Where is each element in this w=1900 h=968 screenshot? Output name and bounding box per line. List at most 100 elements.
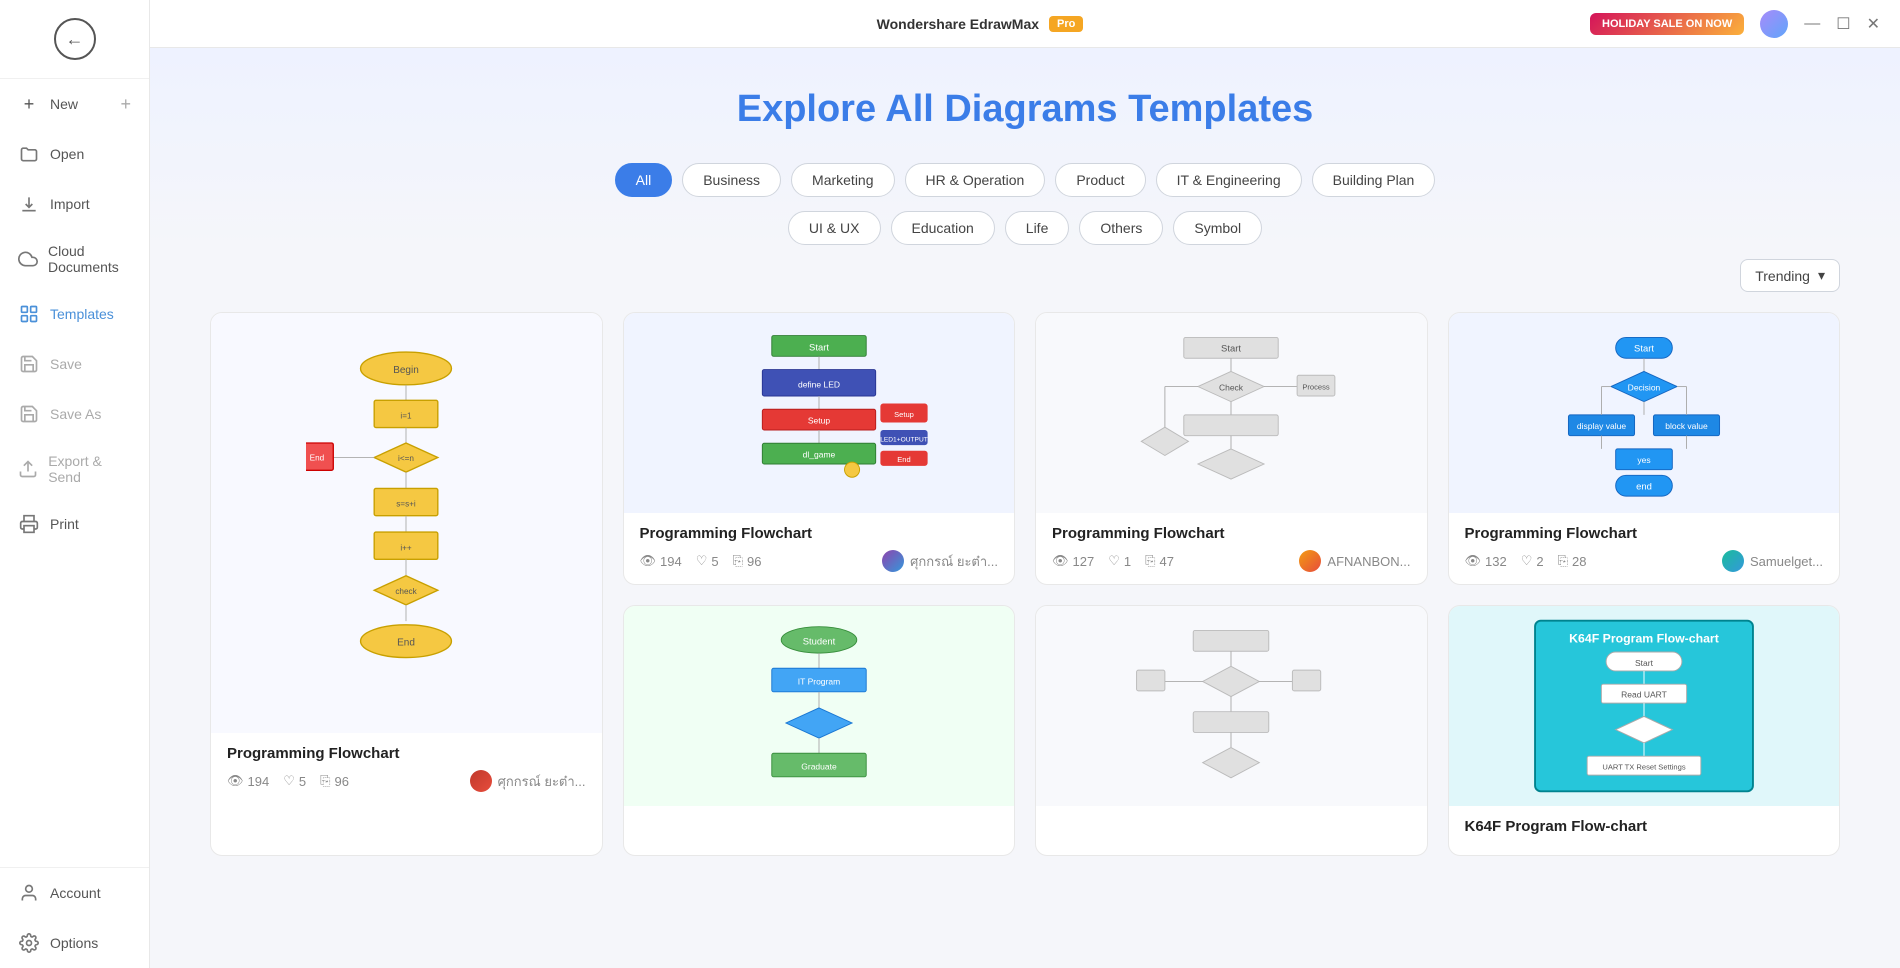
copy-icon-2: ⎘ xyxy=(733,553,743,569)
filter-symbol[interactable]: Symbol xyxy=(1173,211,1262,245)
svg-text:yes: yes xyxy=(1637,455,1650,465)
svg-text:i=1: i=1 xyxy=(401,411,413,420)
filter-hr[interactable]: HR & Operation xyxy=(905,163,1046,197)
close-icon[interactable]: ✕ xyxy=(1867,14,1880,34)
saveas-icon xyxy=(18,403,40,425)
filter-marketing[interactable]: Marketing xyxy=(791,163,894,197)
svg-text:LED1+OUTPUT: LED1+OUTPUT xyxy=(880,436,928,443)
sidebar-item-save[interactable]: Save xyxy=(0,339,149,389)
main-content: Wondershare EdrawMax Pro HOLIDAY SALE ON… xyxy=(150,0,1900,968)
filter-others[interactable]: Others xyxy=(1079,211,1163,245)
card-title-3: Programming Flowchart xyxy=(1052,525,1411,542)
template-card-5[interactable]: Student IT Program Graduate xyxy=(623,605,1016,856)
eye-icon-3: 👁 xyxy=(1052,553,1069,569)
card-info-3: Programming Flowchart 👁 127 ♡ 1 ⎘ 47 xyxy=(1036,513,1427,584)
author-2: ศุกกรณ์ ยะต๋า... xyxy=(882,550,998,572)
svg-text:IT Program: IT Program xyxy=(798,676,840,686)
eye-icon-2: 👁 xyxy=(640,553,657,569)
author-3: AFNANBON... xyxy=(1299,550,1410,572)
filter-life[interactable]: Life xyxy=(1005,211,1070,245)
copy-icon-3: ⎘ xyxy=(1145,553,1155,569)
heading-highlight: All Diagrams Templates xyxy=(885,88,1313,130)
heart-icon-3: ♡ xyxy=(1108,553,1120,569)
card-stats-3: 👁 127 ♡ 1 ⎘ 47 AFNANBO xyxy=(1052,550,1411,572)
svg-text:Start: Start xyxy=(1634,344,1654,355)
views-3: 👁 127 xyxy=(1052,553,1094,569)
sidebar-item-print[interactable]: Print xyxy=(0,499,149,549)
likes-3: ♡ 1 xyxy=(1108,553,1131,569)
svg-text:Check: Check xyxy=(1219,382,1244,392)
sidebar-item-new[interactable]: + New + xyxy=(0,79,149,129)
titlebar: Wondershare EdrawMax Pro HOLIDAY SALE ON… xyxy=(150,0,1900,48)
print-icon xyxy=(18,513,40,535)
filter-business[interactable]: Business xyxy=(682,163,781,197)
svg-text:i++: i++ xyxy=(401,543,413,552)
sidebar-item-templates[interactable]: Templates xyxy=(0,289,149,339)
filter-row-1: All Business Marketing HR & Operation Pr… xyxy=(210,163,1840,197)
sidebar-label-export: Export & Send xyxy=(48,453,131,485)
user-avatar[interactable] xyxy=(1760,10,1788,38)
titlebar-center: Wondershare EdrawMax Pro xyxy=(877,16,1084,32)
sort-label: Trending xyxy=(1755,268,1810,284)
eye-icon-1: 👁 xyxy=(227,773,244,789)
svg-text:UART TX Reset Settings: UART TX Reset Settings xyxy=(1602,762,1685,771)
save-icon xyxy=(18,353,40,375)
author-4: Samuelget... xyxy=(1722,550,1823,572)
svg-text:Start: Start xyxy=(809,343,829,354)
template-card-2[interactable]: Start define LED Setup dl_game Setup xyxy=(623,312,1016,585)
author-avatar-3 xyxy=(1299,550,1321,572)
filter-product[interactable]: Product xyxy=(1055,163,1145,197)
filter-building[interactable]: Building Plan xyxy=(1312,163,1436,197)
sidebar-label-cloud: Cloud Documents xyxy=(48,243,131,275)
sidebar-item-cloud[interactable]: Cloud Documents xyxy=(0,229,149,289)
sidebar-bottom: Account Options xyxy=(0,867,149,968)
heading-prefix: Explore xyxy=(737,88,886,130)
sidebar-label-saveas: Save As xyxy=(50,406,101,422)
holiday-sale-button[interactable]: HOLIDAY SALE ON NOW xyxy=(1590,13,1744,35)
template-card-3[interactable]: Start Check Process xyxy=(1035,312,1428,585)
template-card-4[interactable]: Start Decision display value block value xyxy=(1448,312,1841,585)
card-info-4: Programming Flowchart 👁 132 ♡ 2 ⎘ 28 xyxy=(1449,513,1840,584)
svg-text:Start: Start xyxy=(1635,658,1654,668)
svg-text:Start: Start xyxy=(1221,344,1241,355)
filter-uiux[interactable]: UI & UX xyxy=(788,211,881,245)
options-icon xyxy=(18,932,40,954)
new-icon: + xyxy=(18,93,40,115)
card-title-1: Programming Flowchart xyxy=(227,745,586,762)
content-area: Explore All Diagrams Templates All Busin… xyxy=(150,48,1900,968)
back-button[interactable]: ← xyxy=(54,18,96,60)
templates-icon xyxy=(18,303,40,325)
likes-1: ♡ 5 xyxy=(283,773,306,789)
template-card-7[interactable]: K64F Program Flow-chart Start Read UART … xyxy=(1448,605,1841,856)
heart-icon-4: ♡ xyxy=(1521,553,1533,569)
sidebar-item-account[interactable]: Account xyxy=(0,868,149,918)
sidebar-item-export[interactable]: Export & Send xyxy=(0,439,149,499)
maximize-icon[interactable]: ☐ xyxy=(1836,14,1850,34)
filter-education[interactable]: Education xyxy=(891,211,995,245)
sidebar-item-import[interactable]: Import xyxy=(0,179,149,229)
card-title-2: Programming Flowchart xyxy=(640,525,999,542)
filter-it[interactable]: IT & Engineering xyxy=(1156,163,1302,197)
sidebar-label-templates: Templates xyxy=(50,306,114,322)
svg-text:Read UART: Read UART xyxy=(1621,689,1667,699)
svg-text:define LED: define LED xyxy=(798,380,840,390)
svg-text:end: end xyxy=(1636,482,1652,493)
sidebar-item-open[interactable]: Open xyxy=(0,129,149,179)
likes-4: ♡ 2 xyxy=(1521,553,1544,569)
sort-dropdown[interactable]: Trending ▾ xyxy=(1740,259,1840,292)
svg-text:Setup: Setup xyxy=(894,410,914,419)
views-4: 👁 132 xyxy=(1465,553,1507,569)
minimize-icon[interactable]: — xyxy=(1804,15,1820,33)
svg-text:s=s+i: s=s+i xyxy=(396,500,416,509)
filter-all[interactable]: All xyxy=(615,163,673,197)
titlebar-right: HOLIDAY SALE ON NOW — ☐ ✕ xyxy=(1590,10,1880,38)
sidebar-item-saveas[interactable]: Save As xyxy=(0,389,149,439)
card-info-2: Programming Flowchart 👁 194 ♡ 5 ⎘ 96 xyxy=(624,513,1015,584)
sidebar-item-options[interactable]: Options xyxy=(0,918,149,968)
svg-text:Begin: Begin xyxy=(393,365,419,376)
card-title-4: Programming Flowchart xyxy=(1465,525,1824,542)
template-card-1[interactable]: Begin i=1 i<=n s=s+i i++ xyxy=(210,312,603,856)
card-stats-1: 👁 194 ♡ 5 ⎘ 96 ศุกกรณ์ xyxy=(227,770,586,792)
card-info-5 xyxy=(624,806,1015,830)
template-card-6[interactable] xyxy=(1035,605,1428,856)
